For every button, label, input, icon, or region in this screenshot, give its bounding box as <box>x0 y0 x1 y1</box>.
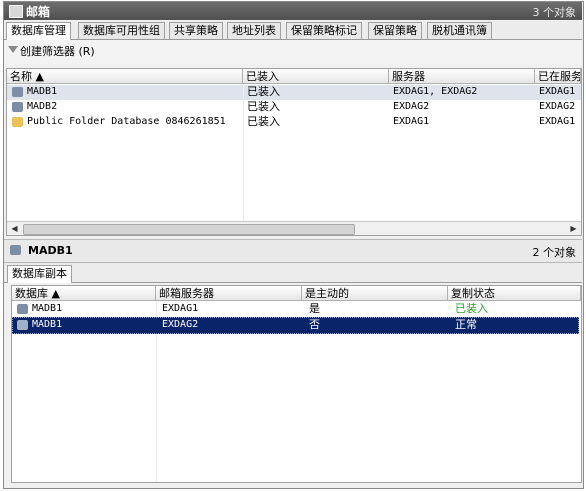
database-copy-icon <box>17 304 28 314</box>
col-header-database[interactable]: 数据库 ▲ <box>12 286 156 301</box>
database-list: 名称 ▲ 已装入 服务器 已在服务 MADB1 已装入 EXDAG1, EXDA… <box>6 68 582 236</box>
create-filter-button[interactable]: 创建筛选器 (R) <box>8 44 95 60</box>
copy-tab-strip: 数据库副本 <box>4 263 582 283</box>
selected-table-row[interactable] <box>12 317 579 334</box>
detail-title: MADB1 <box>28 244 73 257</box>
col-header-copy-status[interactable]: 复制状态 <box>448 286 581 301</box>
cell-database: MADB1 <box>32 303 63 314</box>
tab-database-copies[interactable]: 数据库副本 <box>7 265 72 283</box>
mailbox-icon <box>9 5 23 18</box>
col-header-name[interactable]: 名称 ▲ <box>7 69 243 84</box>
col-header-mailbox-server[interactable]: 邮箱服务器 <box>156 286 302 301</box>
tab-offline-address-book[interactable]: 脱机通讯簿 <box>427 22 492 39</box>
tab-dag[interactable]: 数据库可用性组 <box>78 22 165 39</box>
cell-mounted: 已装入 <box>247 100 280 113</box>
toolbar: 创建筛选器 (R) <box>4 40 582 64</box>
cell-servers: EXDAG2 <box>393 101 430 112</box>
cell-is-active: 否 <box>309 318 320 331</box>
horizontal-scrollbar[interactable]: ◀ ▶ <box>7 221 581 235</box>
cell-copy-status: 已装入 <box>455 302 488 315</box>
cell-mounted: 已装入 <box>247 115 280 128</box>
tab-sharing-policies[interactable]: 共享策略 <box>169 22 223 39</box>
scroll-left-icon[interactable]: ◀ <box>8 223 21 234</box>
tab-retention-tags[interactable]: 保留策略标记 <box>286 22 362 39</box>
database-copy-list: 数据库 ▲ 邮箱服务器 是主动的 复制状态 MADB1 EXDAG1 是 已装入… <box>11 285 582 483</box>
tab-address-lists[interactable]: 地址列表 <box>227 22 281 39</box>
cell-active-server: EXDAG1 <box>539 116 576 127</box>
create-filter-label: 创建筛选器 (R) <box>20 45 95 58</box>
cell-active-server: EXDAG1 <box>539 86 576 97</box>
cell-is-active: 是 <box>309 302 320 315</box>
cell-mailbox-server: EXDAG2 <box>162 319 199 330</box>
tab-retention-policies[interactable]: 保留策略 <box>368 22 422 39</box>
database-icon <box>10 245 21 255</box>
cell-name: Public Folder Database 0846261851 <box>27 116 226 127</box>
cell-active-server: EXDAG2 <box>539 101 576 112</box>
cell-name: MADB2 <box>27 101 58 112</box>
scroll-right-icon[interactable]: ▶ <box>567 223 580 234</box>
detail-header: MADB1 2 个对象 <box>4 239 582 263</box>
database-icon <box>12 102 23 112</box>
col-header-mounted[interactable]: 已装入 <box>243 69 389 84</box>
cell-mailbox-server: EXDAG1 <box>162 303 199 314</box>
col-header-servers[interactable]: 服务器 <box>389 69 535 84</box>
cell-database: MADB1 <box>32 319 63 330</box>
scrollbar-thumb[interactable] <box>23 224 355 235</box>
cell-name: MADB1 <box>27 86 58 97</box>
object-count: 3 个对象 <box>532 6 577 19</box>
tab-database-management[interactable]: 数据库管理 <box>6 22 71 40</box>
database-copy-icon <box>17 320 28 330</box>
col-header-is-active[interactable]: 是主动的 <box>302 286 448 301</box>
cell-mounted: 已装入 <box>247 85 280 98</box>
cell-copy-status: 正常 <box>455 318 477 331</box>
cell-servers: EXDAG1 <box>393 116 430 127</box>
detail-object-count: 2 个对象 <box>532 246 577 259</box>
window-title: 邮箱 <box>26 5 51 19</box>
title-bar: 邮箱 3 个对象 <box>4 2 582 20</box>
cell-servers: EXDAG1, EXDAG2 <box>393 86 478 97</box>
database-icon <box>12 87 23 97</box>
folder-icon <box>12 117 23 127</box>
filter-icon <box>8 46 18 53</box>
table-row-highlight <box>7 85 581 100</box>
col-header-active-server[interactable]: 已在服务 <box>535 69 581 84</box>
tab-strip: 数据库管理 数据库可用性组 共享策略 地址列表 保留策略标记 保留策略 脱机通讯… <box>4 21 582 40</box>
column-divider <box>243 84 244 221</box>
